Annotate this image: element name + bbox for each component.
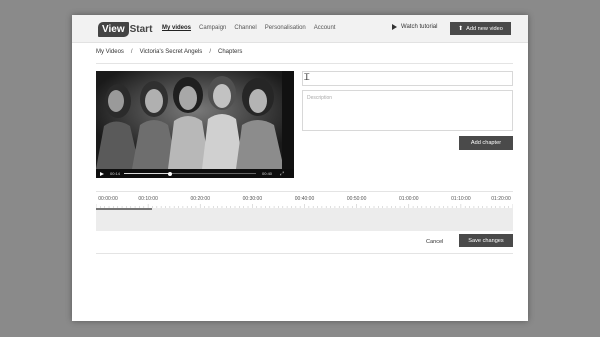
cancel-button[interactable]: Cancel (426, 237, 443, 248)
playback-progress (96, 208, 153, 210)
breadcrumb-separator: / (130, 49, 133, 55)
nav-item-personalisation[interactable]: Personalisation (265, 25, 306, 31)
text-cursor-icon: Ꮖ (304, 73, 310, 83)
watch-tutorial-label: Watch tutorial (401, 24, 438, 30)
logo-mark: View (98, 21, 129, 37)
add-chapter-button[interactable]: Add chapter (459, 136, 513, 150)
play-icon (392, 24, 397, 30)
divider (96, 63, 513, 64)
divider (96, 253, 513, 254)
current-time: 00:14 (110, 171, 121, 176)
chapter-track[interactable] (96, 208, 513, 231)
video-player[interactable]: 00:14 00:40 ⤢ (96, 71, 294, 178)
breadcrumb-my-videos[interactable]: My Videos (96, 49, 124, 55)
seek-handle[interactable] (168, 171, 173, 176)
add-new-video-label: Add new video (466, 25, 503, 32)
chapter-description-input[interactable]: Description (302, 90, 513, 131)
upload-icon: ⬆ (458, 26, 464, 32)
nav-item-campaign[interactable]: Campaign (199, 25, 226, 31)
app-window: View Start My videos Campaign Channel Pe… (72, 15, 528, 321)
watch-tutorial-link[interactable]: Watch tutorial (392, 24, 437, 30)
nav-item-channel[interactable]: Channel (234, 25, 256, 31)
seek-fill (124, 173, 171, 174)
fullscreen-icon[interactable]: ⤢ (280, 171, 284, 177)
breadcrumb-separator: / (209, 49, 211, 55)
timeline-label: 00:50:00 (346, 196, 367, 202)
breadcrumb: My Videos / Victoria's Secret Angels / C… (96, 49, 242, 55)
divider (96, 191, 513, 192)
timeline-label: 01:20:00 (491, 196, 511, 202)
timeline-label: 00:40:00 (294, 196, 315, 202)
chapter-title-input[interactable] (302, 71, 513, 86)
duration: 00:40 (262, 171, 273, 176)
video-frame (96, 71, 294, 169)
viewstart-logo[interactable]: View Start (98, 21, 152, 37)
timeline-label: 00:10:00 (138, 196, 158, 202)
logo-wordmark: Start (129, 23, 153, 35)
main-nav: My videos Campaign Channel Personalisati… (162, 25, 343, 31)
timeline-label: 01:00:00 (399, 196, 419, 202)
timeline-label: 00:20:00 (190, 196, 210, 202)
nav-item-my-videos[interactable]: My videos (162, 25, 191, 31)
timeline-label: 01:10:00 (451, 196, 471, 202)
timeline-labels: 00:00:00 00:10:00 00:20:00 00:30:00 00:40:00… (72, 196, 528, 204)
timeline-label: 00:30:00 (242, 196, 263, 202)
top-header: View Start My videos Campaign Channel Pe… (72, 15, 528, 43)
nav-item-account[interactable]: Account (314, 25, 336, 31)
seek-bar[interactable] (124, 171, 257, 176)
play-button-icon[interactable] (100, 171, 104, 176)
breadcrumb-video[interactable]: Victoria's Secret Angels (140, 49, 203, 55)
save-changes-button[interactable]: Save changes (459, 234, 513, 247)
add-new-video-button[interactable]: ⬆ Add new video (450, 22, 511, 35)
video-controls: 00:14 00:40 ⤢ (96, 169, 294, 178)
timeline-label: 00:00:00 (98, 196, 118, 202)
breadcrumb-chapters: Chapters (217, 49, 243, 55)
